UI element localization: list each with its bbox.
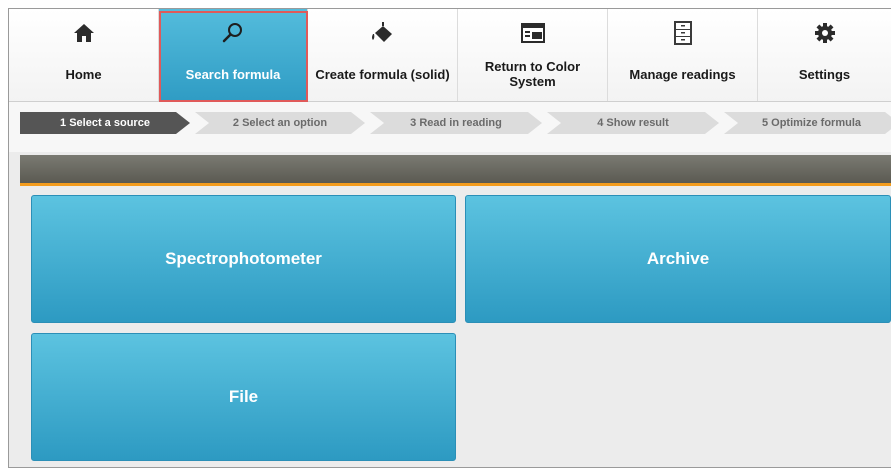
step-read-reading[interactable]: 3 Read in reading: [370, 112, 542, 134]
home-icon: [73, 9, 95, 57]
step-optimize-formula[interactable]: 5 Optimize formula: [724, 112, 891, 134]
search-formula-button[interactable]: Search formula: [159, 9, 308, 101]
settings-button[interactable]: Settings: [758, 9, 891, 101]
main-toolbar: Home Search formula Create formula (soli…: [9, 9, 891, 102]
home-button[interactable]: Home: [9, 9, 159, 101]
paint-bucket-icon: [370, 9, 396, 57]
create-formula-label: Create formula (solid): [315, 66, 450, 82]
file-tile[interactable]: File: [31, 333, 456, 461]
home-label: Home: [65, 66, 102, 82]
step-select-option[interactable]: 2 Select an option: [195, 112, 365, 134]
section-header-bar: [20, 155, 891, 186]
file-cabinet-icon: [672, 9, 694, 57]
manage-readings-label: Manage readings: [629, 66, 736, 82]
step-select-source[interactable]: 1 Select a source: [20, 112, 190, 134]
window-icon: [520, 9, 546, 57]
wizard-steps: 1 Select a source 2 Select an option 3 R…: [9, 102, 891, 152]
manage-readings-button[interactable]: Manage readings: [608, 9, 758, 101]
file-label: File: [228, 387, 259, 406]
archive-label: Archive: [646, 249, 710, 268]
return-to-color-system-label: Return to Color System: [484, 59, 581, 89]
app-window: Home Search formula Create formula (soli…: [8, 8, 891, 468]
settings-label: Settings: [798, 66, 851, 82]
spectrophotometer-tile[interactable]: Spectrophotometer: [31, 195, 456, 323]
create-formula-button[interactable]: Create formula (solid): [308, 9, 458, 101]
search-icon: [221, 9, 245, 57]
archive-tile[interactable]: Archive: [465, 195, 891, 323]
search-formula-label: Search formula: [185, 66, 281, 82]
step-show-result[interactable]: 4 Show result: [547, 112, 719, 134]
spectrophotometer-label: Spectrophotometer: [165, 249, 322, 268]
gear-icon: [814, 9, 836, 57]
return-to-color-system-button[interactable]: Return to Color System: [458, 9, 608, 101]
